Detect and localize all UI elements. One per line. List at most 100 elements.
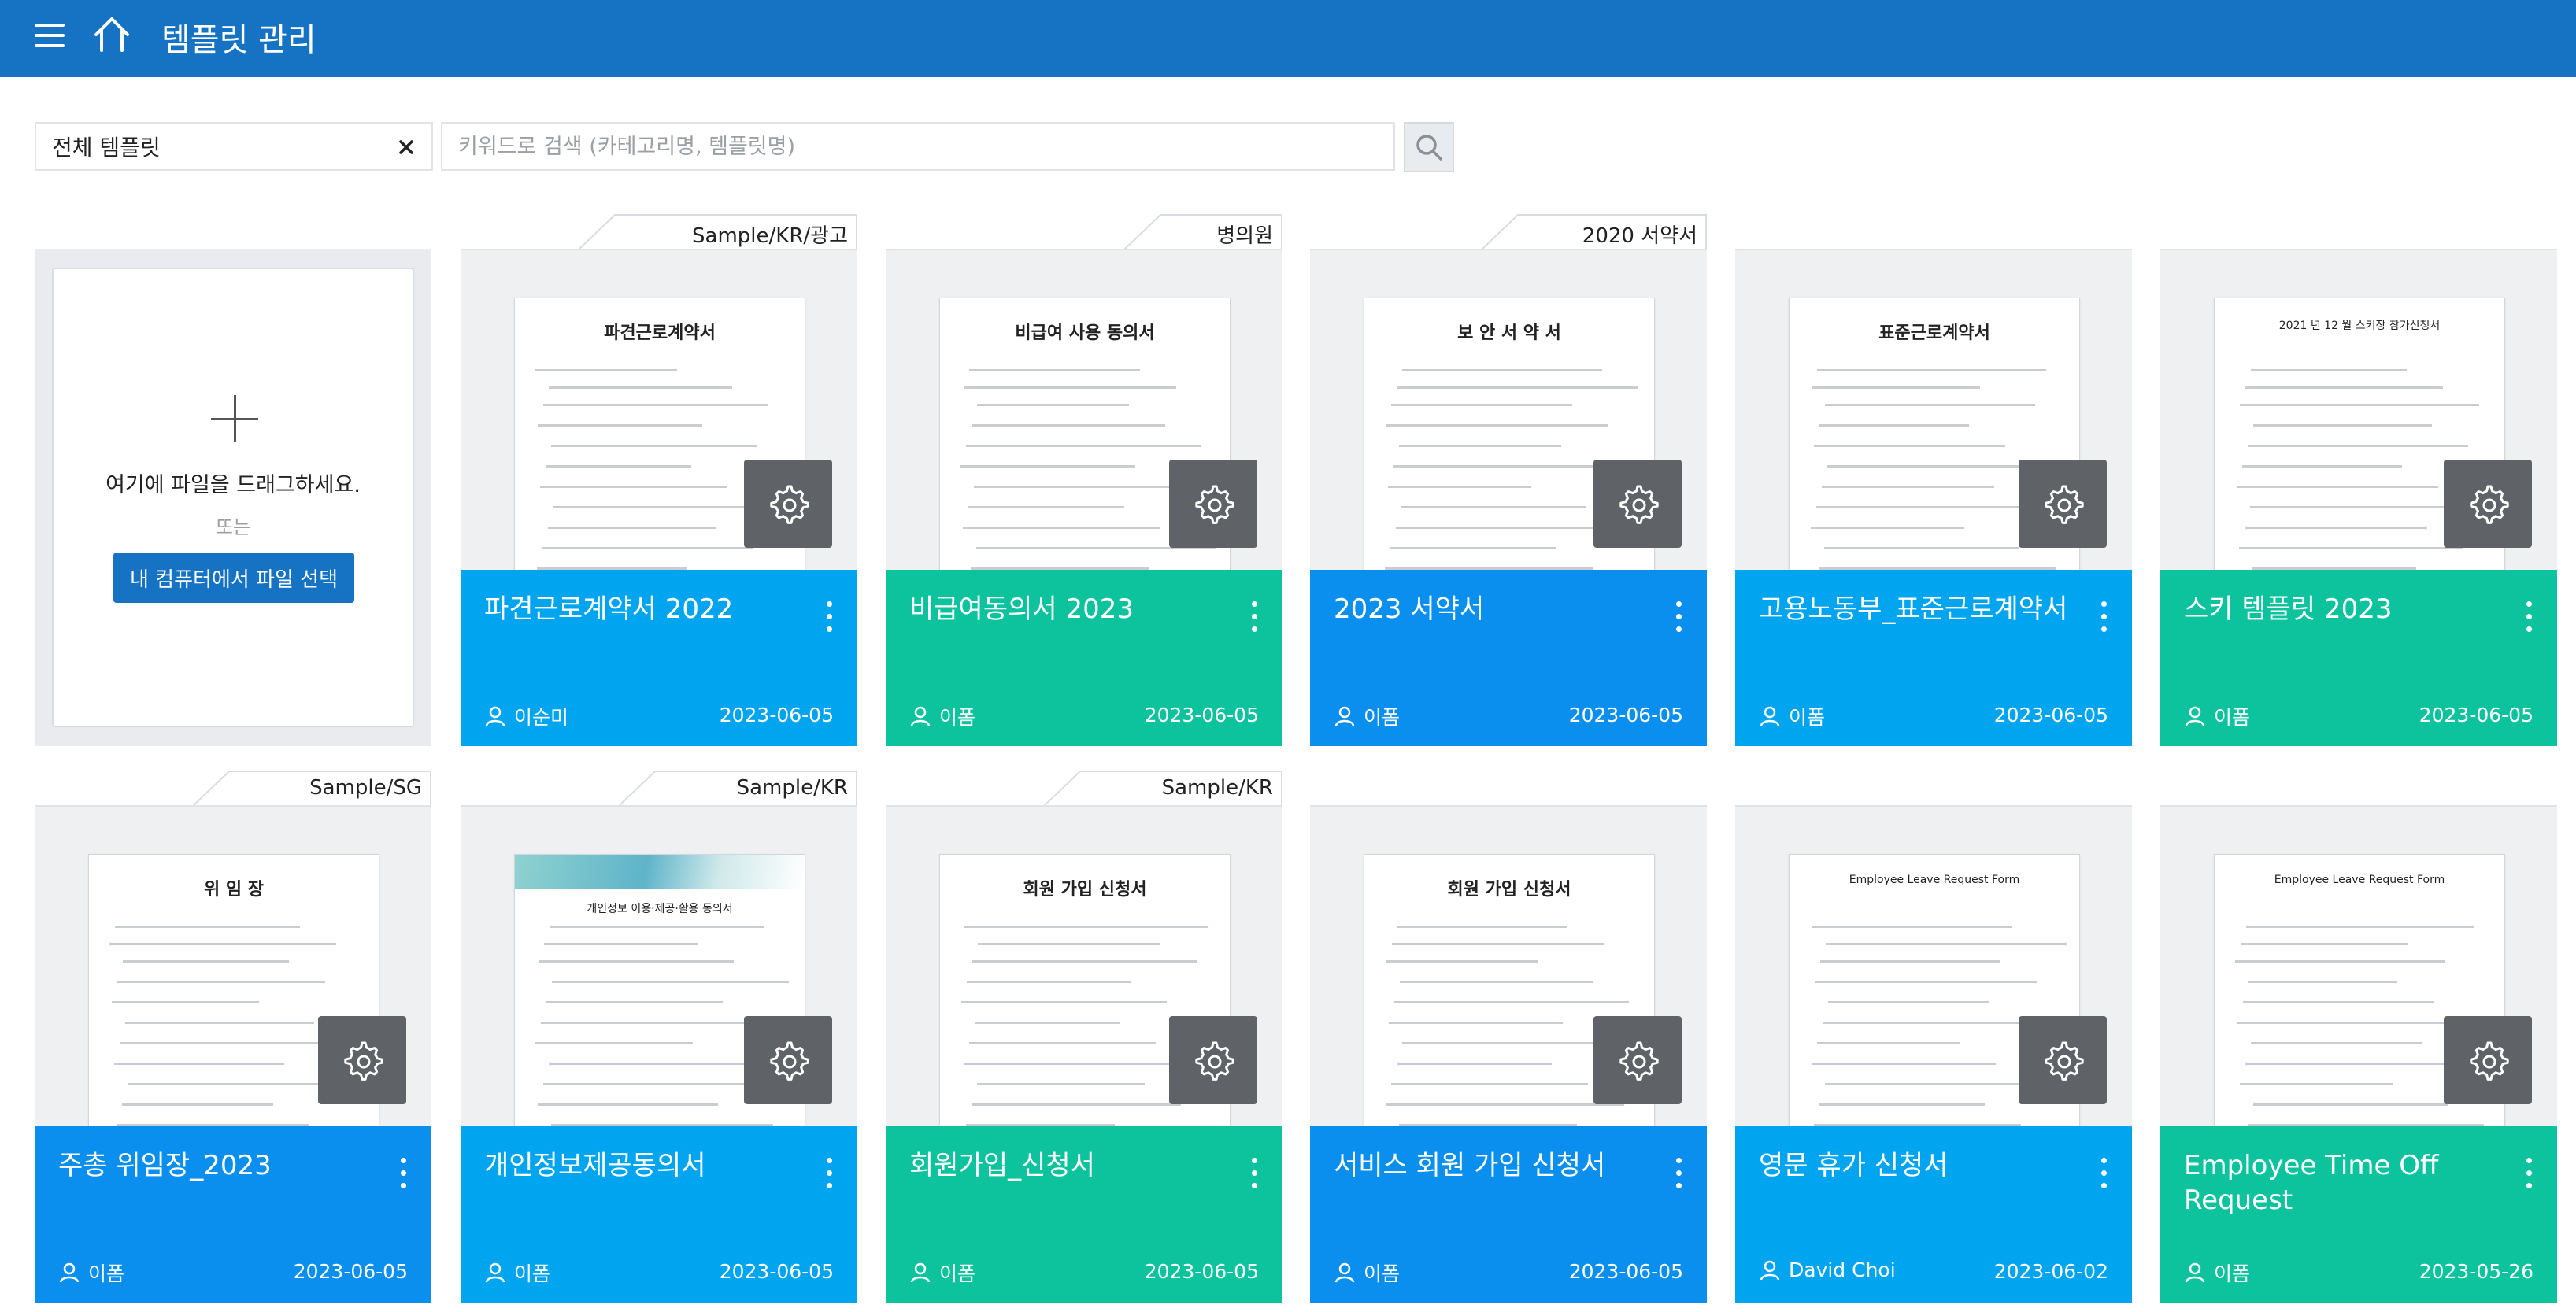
template-name[interactable]: 비급여동의서 2023 [909,592,1232,626]
template-name[interactable]: 고용노동부_표준근로계약서 [1759,592,2082,626]
template-info[interactable]: 주총 위임장_2023 이폼 2023-06-05 [35,1126,431,1303]
template-card[interactable]: Sample/KR 회원 가입 신청서 회원가입_신청서 이폼 2023-06-05 [886,771,1282,1303]
doc-text-line [2251,369,2407,371]
more-options-icon[interactable] [824,1156,834,1191]
category-select[interactable]: 전체 템플릿 [35,122,433,171]
doc-preview-title: 회원 가입 신청서 [1447,880,1571,900]
category-tab: 병의원 [1124,214,1282,250]
doc-text-line [1386,1103,1624,1106]
template-info[interactable]: 고용노동부_표준근로계약서 이폼 2023-06-05 [1735,570,2132,746]
more-options-icon[interactable] [1674,600,1683,634]
template-card[interactable]: Employee Leave Request Form Employee Time… [2160,805,2557,1303]
settings-button[interactable] [1169,460,1257,548]
template-card[interactable]: 회원 가입 신청서서비스 회원 가입 신청서 이폼 2023-06-05 [1310,805,1707,1303]
settings-button[interactable] [1593,1016,1682,1104]
more-options-icon[interactable] [2099,1156,2108,1191]
template-thumbnail[interactable]: 2021 년 12 월 스키장 참가신청서 [2160,249,2557,570]
template-info[interactable]: 서비스 회원 가입 신청서 이폼 2023-06-05 [1310,1126,1707,1303]
app-header: 템플릿 관리 [0,0,2576,77]
template-info[interactable]: Employee Time Off Request 이폼 2023-05-26 [2160,1126,2557,1303]
template-thumbnail[interactable]: 비급여 사용 동의서 [886,249,1282,570]
template-name[interactable]: 스키 템플릿 2023 [2184,592,2507,626]
more-options-icon[interactable] [398,1156,408,1191]
template-date: 2023-06-05 [1144,1260,1259,1283]
doc-preview-title: 표준근로계약서 [1878,323,1990,343]
template-card[interactable]: 병의원 비급여 사용 동의서 비급여동의서 2023 이폼 2023-06-05 [886,214,1282,746]
search-input[interactable] [441,122,1395,171]
template-card[interactable]: 2021 년 12 월 스키장 참가신청서 스키 템플릿 2023 이폼 2023-0… [2160,249,2557,746]
template-card[interactable]: 표준근로계약서고용노동부_표준근로계약서 이폼 2023-06-05 [1735,249,2132,746]
doc-text-line [112,1001,259,1003]
template-name[interactable]: 파견근로계약서 2022 [484,592,807,626]
template-name[interactable]: 개인정보제공동의서 [484,1148,807,1183]
template-thumbnail[interactable]: 파견근로계약서 [461,249,857,570]
template-info[interactable]: 비급여동의서 2023 이폼 2023-06-05 [886,570,1282,746]
author-name: 이순미 [514,706,569,729]
template-thumbnail[interactable]: 회원 가입 신청서 [1310,805,1707,1126]
category-tab: Sample/KR/광고 [579,214,857,250]
more-options-icon[interactable] [2524,600,2533,634]
template-info[interactable]: 개인정보제공동의서 이폼 2023-06-05 [461,1126,857,1303]
more-options-icon[interactable] [1249,1156,1259,1191]
template-info[interactable]: 파견근로계약서 2022 이순미 2023-06-05 [461,570,857,746]
settings-button[interactable] [2444,460,2532,548]
template-name[interactable]: 2023 서약서 [1334,592,1656,626]
hamburger-menu-icon[interactable] [33,19,68,54]
template-thumbnail[interactable]: Employee Leave Request Form [2160,805,2557,1126]
template-author: 이폼 [2184,1258,2250,1287]
settings-button[interactable] [1169,1016,1257,1104]
doc-text-line [1814,445,2005,447]
doc-text-line [960,465,1135,468]
template-card[interactable]: 2020 서약서 보 안 서 약 서 2023 서약서 이폼 2023-06-05 [1310,214,1707,746]
settings-button[interactable] [318,1016,406,1104]
doc-text-line [978,943,1160,945]
plus-icon [211,395,258,442]
doc-text-line [963,527,1160,529]
template-thumbnail[interactable]: 표준근로계약서 [1735,249,2132,570]
template-name[interactable]: 영문 휴가 신청서 [1759,1148,2082,1183]
template-thumbnail[interactable]: 회원 가입 신청서 [886,805,1282,1126]
more-options-icon[interactable] [1249,600,1259,634]
template-info[interactable]: 회원가입_신청서 이폼 2023-06-05 [886,1126,1282,1303]
more-options-icon[interactable] [2099,600,2108,634]
doc-text-line [1819,424,1969,427]
user-icon [1334,1262,1355,1283]
template-name[interactable]: 주총 위임장_2023 [58,1148,381,1183]
settings-button[interactable] [2444,1016,2532,1104]
template-name[interactable]: 서비스 회원 가입 신청서 [1334,1148,1656,1183]
doc-text-line [1396,527,1623,529]
settings-button[interactable] [2019,460,2107,548]
template-date: 2023-06-05 [2419,704,2533,726]
doc-text-line [1812,1063,1996,1065]
template-info[interactable]: 스키 템플릿 2023 이폼 2023-06-05 [2160,570,2557,746]
doc-text-line [964,926,1208,928]
upload-dropzone-inner[interactable]: 여기에 파일을 드래그하세요. 또는 내 컴퓨터에서 파일 선택 [52,268,414,727]
doc-text-line [1390,547,1556,549]
author-name: 이폼 [514,1262,551,1285]
template-name[interactable]: Employee Time Off Request [2184,1148,2507,1218]
template-thumbnail[interactable]: Employee Leave Request Form [1735,805,2132,1126]
template-info[interactable]: 2023 서약서 이폼 2023-06-05 [1310,570,1707,746]
upload-dropzone[interactable]: 여기에 파일을 드래그하세요. 또는 내 컴퓨터에서 파일 선택 [35,249,431,746]
template-card[interactable]: Sample/SG 위 임 장 주총 위임장_2023 이폼 2023-06-05 [35,771,431,1303]
settings-button[interactable] [2019,1016,2107,1104]
template-thumbnail[interactable]: 위 임 장 [35,805,431,1126]
template-card[interactable]: Employee Leave Request Form 영문 휴가 신청서 Davi… [1735,805,2132,1303]
template-thumbnail[interactable]: 개인정보 이용·제공·활용 동의서 [461,805,857,1126]
choose-file-button[interactable]: 내 컴퓨터에서 파일 선택 [113,553,354,603]
template-name[interactable]: 회원가입_신청서 [909,1148,1232,1183]
template-card[interactable]: Sample/KR/광고 파견근로계약서 파견근로계약서 2022 이순미 2023-0… [461,214,857,746]
settings-button[interactable] [1593,460,1682,548]
search-button[interactable] [1404,122,1454,172]
template-card[interactable]: Sample/KR 개인정보 이용·제공·활용 동의서 개인정보제공동의서 이폼 202… [461,771,857,1303]
settings-button[interactable] [744,460,832,548]
template-thumbnail[interactable]: 보 안 서 약 서 [1310,249,1707,570]
settings-button[interactable] [744,1016,832,1104]
author-name: David Choi [1789,1258,1896,1281]
more-options-icon[interactable] [1674,1156,1683,1191]
home-icon[interactable] [91,14,132,55]
more-options-icon[interactable] [2524,1156,2533,1191]
more-options-icon[interactable] [824,600,834,634]
template-info[interactable]: 영문 휴가 신청서 David Choi 2023-06-02 [1735,1126,2132,1303]
clear-icon[interactable] [392,133,420,161]
